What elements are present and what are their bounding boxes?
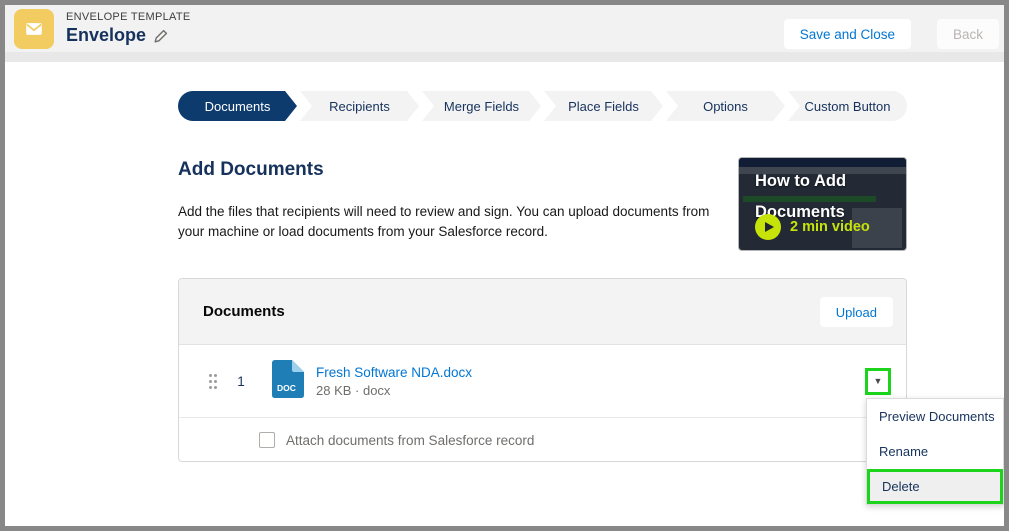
video-duration: 2 min video [790, 219, 870, 235]
document-actions-dropdown-trigger[interactable]: ▼ [865, 367, 891, 395]
section-heading: Add Documents [178, 159, 324, 180]
back-button[interactable]: Back [937, 19, 999, 49]
path-step-place-fields[interactable]: Place Fields [544, 91, 663, 121]
play-icon [755, 214, 781, 240]
envelope-editor-window: ENVELOPE TEMPLATE Envelope Save and Clos… [5, 5, 1004, 526]
path-step-recipients[interactable]: Recipients [300, 91, 419, 121]
menu-item-rename[interactable]: Rename [867, 434, 1003, 469]
page-header: ENVELOPE TEMPLATE Envelope Save and Clos… [5, 5, 1004, 62]
svg-text:DOC: DOC [277, 383, 296, 393]
documents-card: Documents Upload 1 DOC Fresh Software ND… [178, 278, 907, 462]
path-step-custom-button[interactable]: Custom Button [788, 91, 907, 121]
edit-title-pencil-icon[interactable] [154, 29, 168, 43]
document-actions-menu: Preview Documents Rename Delete [866, 398, 1004, 505]
page-title: Envelope [66, 25, 147, 45]
menu-item-preview-documents[interactable]: Preview Documents [867, 399, 1003, 434]
attach-documents-label: Attach documents from Salesforce record [286, 432, 535, 448]
menu-item-delete[interactable]: Delete [867, 469, 1003, 504]
attach-documents-row: Attach documents from Salesforce record [179, 418, 906, 462]
doc-file-icon: DOC [272, 359, 304, 403]
wizard-path: Documents Recipients Merge Fields Place … [178, 91, 907, 121]
path-step-options[interactable]: Options [666, 91, 785, 121]
attach-documents-checkbox[interactable] [259, 432, 275, 448]
upload-button[interactable]: Upload [819, 297, 893, 327]
entity-eyebrow: ENVELOPE TEMPLATE [66, 11, 191, 23]
path-step-merge-fields[interactable]: Merge Fields [422, 91, 541, 121]
section-description: Add the files that recipients will need … [178, 204, 710, 239]
header-titles: ENVELOPE TEMPLATE Envelope [66, 11, 191, 46]
document-row: 1 DOC Fresh Software NDA.docx 28 KB · do… [179, 345, 906, 418]
save-and-close-button[interactable]: Save and Close [783, 19, 911, 49]
documents-card-header: Documents Upload [179, 279, 906, 345]
drag-handle-icon[interactable] [208, 373, 218, 390]
chevron-down-icon: ▼ [873, 375, 883, 386]
document-order-number: 1 [237, 373, 245, 389]
how-to-video-thumbnail[interactable]: How to Add Documents 2 min video [738, 157, 907, 251]
envelope-icon [14, 8, 54, 49]
document-name-link[interactable]: Fresh Software NDA.docx [316, 365, 472, 380]
window-frame: ENVELOPE TEMPLATE Envelope Save and Clos… [0, 0, 1009, 531]
document-meta: 28 KB · docx [316, 382, 391, 398]
path-step-documents[interactable]: Documents [178, 91, 297, 121]
documents-card-title: Documents [203, 303, 285, 320]
